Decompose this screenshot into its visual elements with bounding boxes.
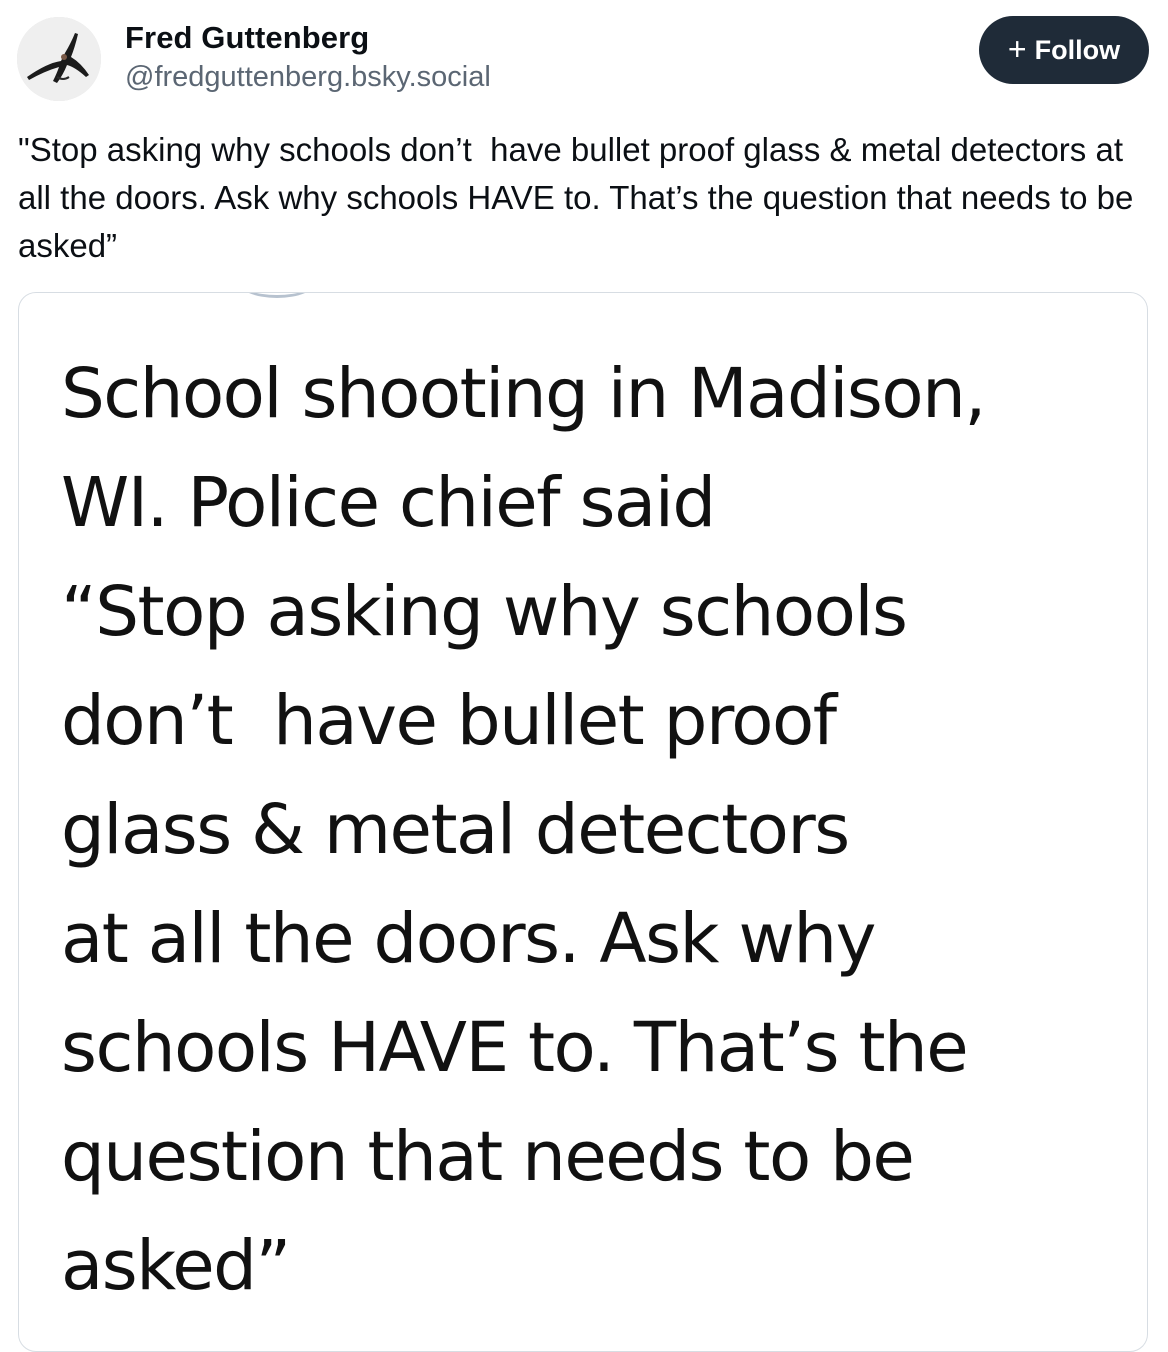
author-display-name[interactable]: Fred Guttenberg [125,20,369,56]
author-avatar[interactable] [17,17,101,101]
author-handle[interactable]: @fredguttenberg.bsky.social [125,61,491,94]
post-text: "Stop asking why schools don’t have bull… [18,131,1143,264]
embedded-image-text: School shooting in Madison, WI. Police c… [61,354,986,1306]
follow-button[interactable]: + Follow [979,16,1149,84]
plus-icon: + [1007,30,1027,67]
cropped-avatar-edge [237,293,317,298]
follow-button-label: Follow [1034,34,1121,65]
post-card: Fred Guttenberg @fredguttenberg.bsky.soc… [0,0,1168,1352]
dancer-photo-icon [17,17,101,101]
embedded-image[interactable]: School shooting in Madison, WI. Police c… [18,292,1148,1352]
